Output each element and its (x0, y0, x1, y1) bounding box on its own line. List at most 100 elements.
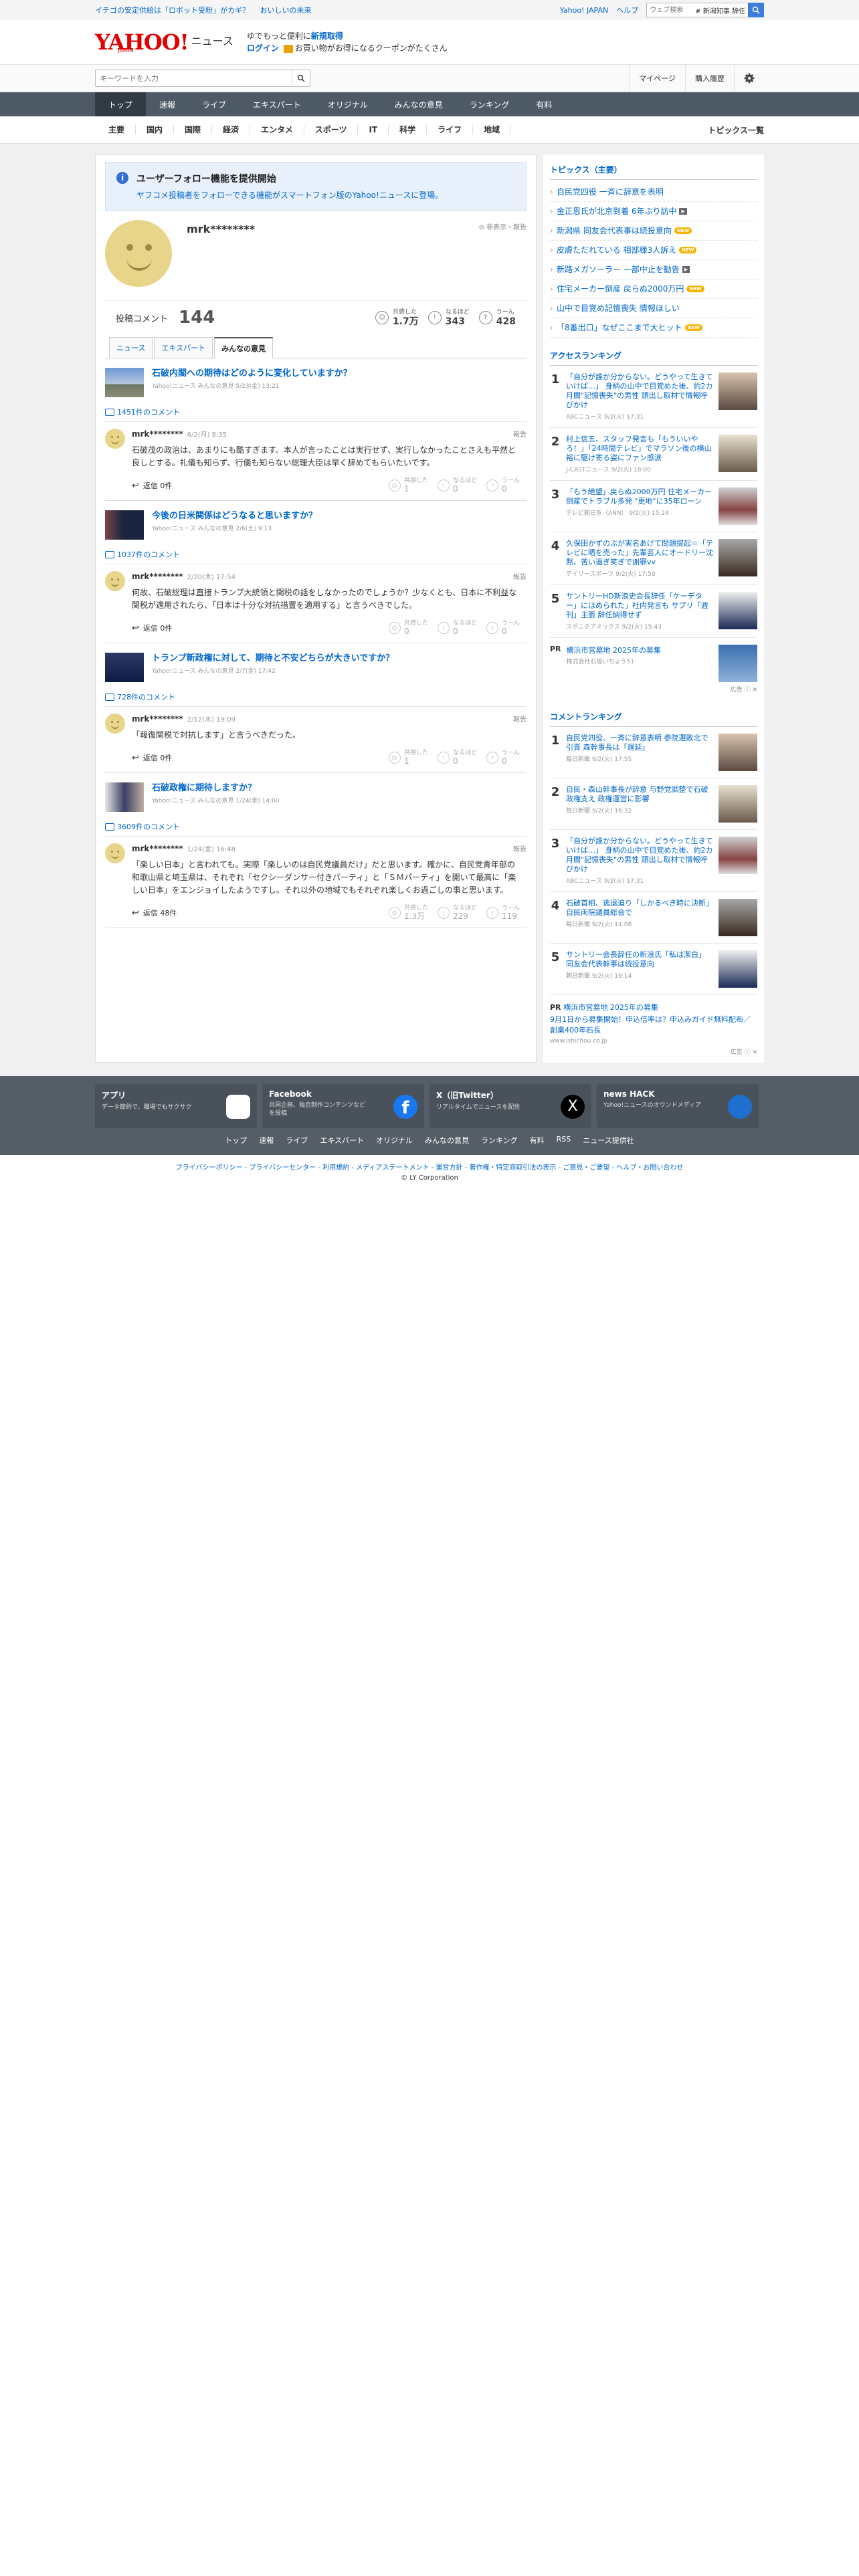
reply-button[interactable]: ↩ 返信 0件 (132, 752, 172, 763)
article-thumbnail[interactable] (105, 782, 144, 812)
category-world[interactable]: 国際 (174, 125, 213, 134)
category-entertainment[interactable]: エンタメ (250, 125, 304, 134)
article-thumbnail[interactable] (105, 368, 144, 397)
ranking-item[interactable]: 2 自民・森山幹事長が辞意 与野党調整で石破政権支え 政権運営に影響 毎日新聞 9… (550, 778, 757, 830)
rank-thumbnail[interactable] (719, 372, 757, 410)
footer-card-facebook[interactable]: Facebook 共同企画、独自制作コンテンツなどを投稿 f (262, 1084, 424, 1128)
naruhodo-button[interactable]: ! なるほど 229 (437, 905, 477, 921)
topic-item[interactable]: 自民党四役 一斉に辞意を表明 (550, 183, 757, 202)
footer-link[interactable]: ランキング (481, 1135, 518, 1146)
help-link[interactable]: ヘルプ (616, 5, 638, 15)
nav-tab-ranking[interactable]: ランキング (456, 92, 523, 116)
empathy-button[interactable]: ☺ 共感した 1.3万 (388, 905, 428, 921)
rank-thumbnail[interactable] (719, 837, 757, 874)
nav-tab-expert[interactable]: エキスパート (240, 92, 314, 116)
topic-item[interactable]: 新潟県 同友会代表事は続投意向NEW (550, 221, 757, 241)
rank-thumbnail[interactable] (719, 734, 757, 771)
article-title[interactable]: 今後の日米関係はどうなると思いますか？ (152, 510, 317, 522)
access-ranking-heading[interactable]: アクセスランキング (550, 350, 757, 366)
web-search-input[interactable] (647, 4, 693, 16)
ranking-item[interactable]: 4 石破首相、逃退迫り「しかるべき時に決断」 自民両院議員総会で 毎日新聞 9/2… (550, 892, 757, 944)
signup-link[interactable]: 新規取得 (311, 31, 343, 41)
article-thumbnail[interactable] (105, 653, 144, 682)
nav-tab-original[interactable]: オリジナル (314, 92, 381, 116)
article-title[interactable]: トランプ新政権に対して、期待と不安どちらが大きいですか？ (152, 653, 394, 664)
article-link[interactable]: 石破内閣への期待はどのように変化していますか？ Yahoo!ニュース みんなの意… (105, 358, 527, 397)
follow-notice[interactable]: i ユーザーフォロー機能を提供開始 ヤフコメ投稿者をフォローできる機能がスマート… (105, 162, 527, 211)
rank-thumbnail[interactable] (719, 539, 757, 576)
naruhodo-button[interactable]: ! なるほど 0 (437, 750, 477, 766)
rank-title[interactable]: サントリーHD新浪史会長辞任「ケーデター」にはめられた」社内発言も サプリ「週刊… (566, 592, 713, 620)
category-domestic[interactable]: 国内 (136, 125, 175, 134)
footer-card-app[interactable]: アプリ データ節約で、職場でもサクサク (95, 1084, 257, 1128)
category-life[interactable]: ライフ (427, 125, 474, 134)
web-search-tag[interactable]: # 新潟知事 辞任 (692, 5, 748, 15)
report-link[interactable]: 報告 (513, 429, 527, 439)
promo-link-1[interactable]: イチゴの安定供給は「ロボット受粉」がカギ？ (95, 6, 250, 15)
footer-link[interactable]: みんなの意見 (425, 1135, 469, 1146)
reply-button[interactable]: ↩ 返信 0件 (132, 480, 172, 491)
rank-title[interactable]: 「自分が誰か分からない。どうやって生きていけば…」 身柄の山中で目覚めた後、約2… (566, 837, 713, 874)
topic-item[interactable]: 新路メガソーラー 一部中止を勧告▶ (550, 260, 757, 280)
nav-tab-paid[interactable]: 有料 (522, 92, 565, 116)
legal-links[interactable]: プライバシーポリシー - プライバシーセンター - 利用規約 - メディアステー… (0, 1155, 859, 1172)
reply-button[interactable]: ↩ 返信 0件 (132, 623, 172, 633)
article-link[interactable]: トランプ新政権に対して、期待と不安どちらが大きいですか？ Yahoo!ニュース … (105, 643, 527, 682)
login-link[interactable]: ログイン (247, 43, 279, 53)
category-sports[interactable]: スポーツ (304, 125, 359, 134)
footer-card-newshack[interactable]: news HACK Yahoo!ニュースのオウンドメディア (597, 1084, 759, 1128)
topic-item[interactable]: 山中で目覚め記憶喪失 情報ほしい (550, 299, 757, 318)
pr2-desc[interactable]: 9月1日から募集開始！申込倍率は？申込みガイド無料配布／創業400年石長 (550, 1014, 757, 1035)
ranking-item[interactable]: 1 自民党四役、一斉に辞意表明 参院選敗北で引責 森幹事長は「遅延」 毎日新聞 9… (550, 727, 757, 778)
tab-opinions[interactable]: みんなの意見 (214, 337, 274, 358)
comment-ranking-heading[interactable]: コメントランキング (550, 711, 757, 727)
rank-title[interactable]: 村上信五、スタッフ発言も「もういいやろ！」「24時間テレビ」でマラソン後の横山裕… (566, 435, 713, 463)
rank-title[interactable]: サントリー会長辞任の新浪氏「私は潔白」 同友会代表幹事は続投意向 (566, 950, 713, 969)
category-local[interactable]: 地域 (473, 125, 512, 134)
empathy-button[interactable]: ☺ 共感した 1 (388, 750, 428, 766)
topic-item[interactable]: 金正恩氏が北京到着 6年ぶり訪中▶ (550, 202, 757, 221)
pr-ad-2[interactable]: PR 横浜市営墓地 2025年の募集 9月1日から募集開始！申込倍率は？申込みガ… (550, 995, 757, 1047)
rank-thumbnail[interactable] (719, 435, 757, 472)
yahoo-news-logo[interactable]: YAHOO! JAPAN ニュース (95, 31, 233, 53)
rank-title[interactable]: 石破首相、逃退迫り「しかるべき時に決断」 自民両院議員総会で (566, 899, 713, 918)
article-title[interactable]: 石破政権に期待しますか？ (152, 782, 279, 794)
rank-title[interactable]: 「もう絶望」戻らぬ2000万円 住宅メーカー倒産でトラブル多発 "更地"に35年… (566, 488, 713, 506)
report-link[interactable]: 報告 (513, 843, 527, 853)
footer-link[interactable]: オリジナル (376, 1135, 413, 1146)
pr-image[interactable] (719, 645, 757, 682)
rank-title[interactable]: 自民党四役、一斉に辞意表明 参院選敗北で引責 森幹事長は「遅延」 (566, 734, 713, 752)
category-it[interactable]: IT (358, 125, 389, 134)
category-business[interactable]: 経済 (212, 125, 251, 134)
footer-link[interactable]: RSS (557, 1135, 571, 1146)
web-search-button[interactable] (748, 3, 764, 17)
footer-link[interactable]: ライブ (286, 1135, 308, 1146)
ranking-item[interactable]: 4 久保田かずのぶが実名あげて問題提起＝「テレビに晒を売った」先輩芸人にオードリ… (550, 532, 757, 585)
keyword-input[interactable] (96, 74, 292, 83)
ranking-item[interactable]: 3 「自分が誰か分からない。どうやって生きていけば…」 身柄の山中で目覚めた後、… (550, 830, 757, 892)
ranking-item[interactable]: 2 村上信五、スタッフ発言も「もういいやろ！」「24時間テレビ」でマラソン後の横… (550, 428, 757, 481)
footer-link[interactable]: 有料 (530, 1135, 545, 1146)
hmm-button[interactable]: ? うーん 0 (486, 620, 520, 636)
hmm-button[interactable]: ? うーん 0 (486, 477, 520, 494)
settings-button[interactable] (734, 65, 764, 92)
report-link[interactable]: 報告 (513, 714, 527, 724)
pr2-title[interactable]: 横浜市営墓地 2025年の募集 (563, 1003, 658, 1012)
yahoo-japan-link[interactable]: Yahoo! JAPAN (560, 6, 609, 15)
empathy-button[interactable]: ☺ 共感した 1 (388, 477, 428, 494)
rank-thumbnail[interactable] (719, 785, 757, 823)
comment-count-link[interactable]: 728件のコメント (105, 691, 527, 702)
rank-thumbnail[interactable] (719, 899, 757, 936)
hmm-button[interactable]: ? うーん 119 (486, 905, 520, 921)
purchase-history-link[interactable]: 購入履歴 (685, 65, 734, 92)
ranking-item[interactable]: 3 「もう絶望」戻らぬ2000万円 住宅メーカー倒産でトラブル多発 "更地"に3… (550, 481, 757, 532)
ranking-item[interactable]: 5 サントリーHD新浪史会長辞任「ケーデター」にはめられた」社内発言も サプリ「… (550, 585, 757, 638)
footer-link[interactable]: エキスパート (320, 1135, 364, 1146)
hmm-button[interactable]: ? うーん 0 (486, 750, 520, 766)
nav-tab-opinions[interactable]: みんなの意見 (381, 92, 456, 116)
article-link[interactable]: 石破政権に期待しますか？ Yahoo!ニュース みんなの意見 1/24(金) 1… (105, 773, 527, 812)
report-link[interactable]: 報告 (513, 571, 527, 581)
nav-tab-live[interactable]: ライブ (189, 92, 240, 116)
article-title[interactable]: 石破内閣への期待はどのように変化していますか？ (152, 368, 352, 379)
tab-news[interactable]: ニュース (109, 337, 153, 358)
